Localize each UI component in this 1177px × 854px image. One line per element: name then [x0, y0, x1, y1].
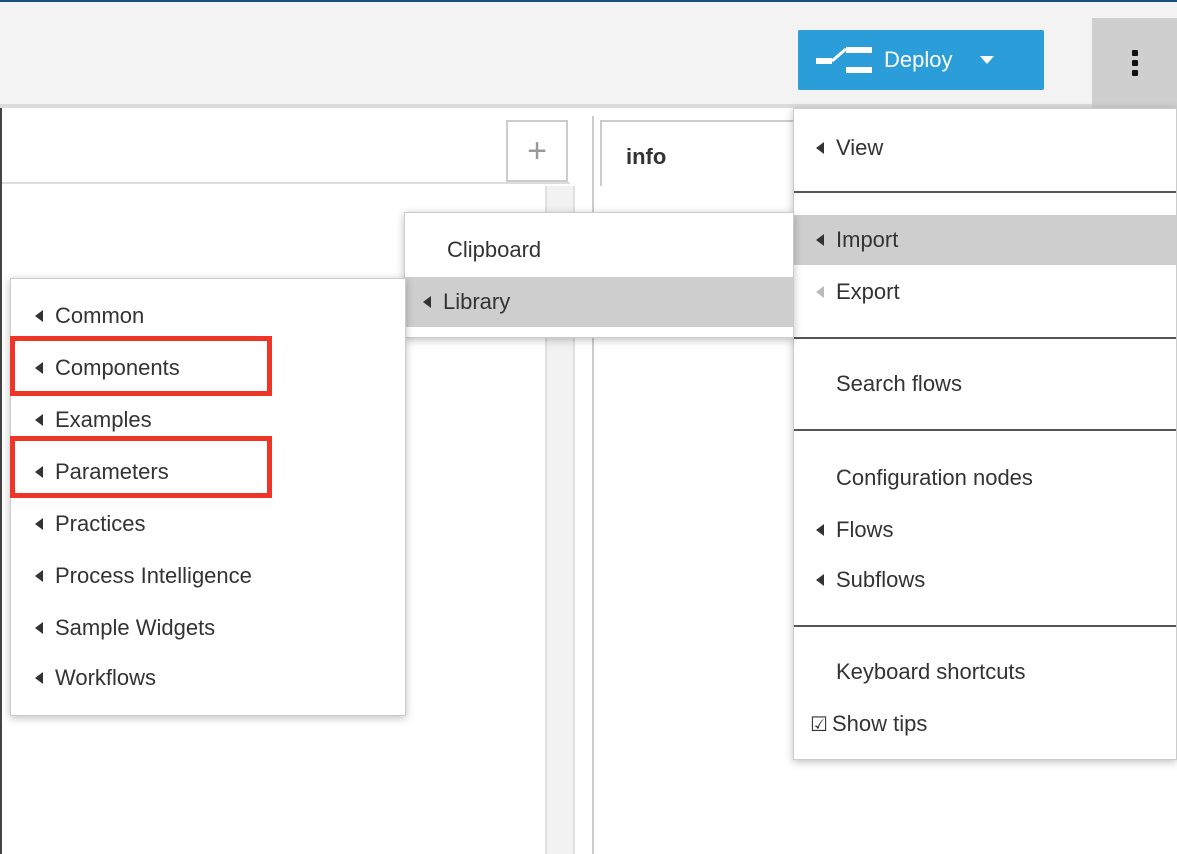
menu-item-label: Examples	[55, 407, 152, 432]
workspace-tab-bar	[2, 116, 570, 184]
menu-item-label: Show tips	[831, 711, 928, 736]
menu-separator	[794, 337, 1176, 339]
annotation-box-components	[10, 336, 272, 396]
caret-left-icon	[35, 518, 43, 530]
menu-item-export[interactable]: Export	[794, 267, 1176, 317]
menu-item-label: Subflows	[836, 567, 926, 592]
kebab-menu-icon	[1131, 50, 1138, 76]
menu-item-library[interactable]: Library	[405, 277, 793, 327]
deploy-icon	[812, 45, 882, 75]
menu-item-label: Process Intelligence	[55, 563, 252, 588]
menu-item-view[interactable]: View	[794, 123, 1176, 173]
menu-item-label: Flows	[836, 517, 894, 542]
menu-item-label: Library	[443, 289, 511, 314]
menu-item-label: Search flows	[836, 371, 962, 396]
checkbox-checked-icon[interactable]: ☑	[810, 712, 828, 736]
deploy-button[interactable]: Deploy	[798, 30, 1044, 90]
caret-left-icon	[816, 234, 824, 246]
caret-left-icon	[816, 286, 824, 298]
menu-item-process-intelligence[interactable]: Process Intelligence	[11, 551, 405, 601]
import-submenu: Clipboard Library	[404, 212, 794, 338]
caret-left-icon	[35, 414, 43, 426]
menu-item-workflows[interactable]: Workflows	[11, 653, 405, 703]
tab-info[interactable]: info	[600, 120, 800, 186]
main-dropdown-menu: View Import Export Search flows Configur…	[793, 108, 1177, 760]
caret-left-icon	[423, 296, 431, 308]
menu-item-label: View	[836, 135, 884, 160]
menu-item-label: Clipboard	[447, 237, 542, 262]
menu-item-import[interactable]: Import	[794, 215, 1176, 265]
menu-item-show-tips[interactable]: ☑ Show tips	[794, 699, 1176, 749]
menu-item-keyboard-shortcuts[interactable]: Keyboard shortcuts	[794, 647, 1176, 697]
caret-left-icon	[35, 622, 43, 634]
caret-left-icon	[816, 142, 824, 154]
annotation-box-parameters	[10, 436, 272, 498]
menu-item-clipboard[interactable]: Clipboard	[405, 225, 793, 275]
caret-left-icon	[816, 524, 824, 536]
caret-left-icon	[35, 672, 43, 684]
menu-item-label: Practices	[55, 511, 146, 536]
menu-item-subflows[interactable]: Subflows	[794, 555, 1176, 605]
menu-separator	[794, 429, 1176, 431]
menu-item-sample-widgets[interactable]: Sample Widgets	[11, 603, 405, 653]
caret-down-icon[interactable]	[980, 56, 995, 64]
menu-item-flows[interactable]: Flows	[794, 505, 1176, 555]
menu-item-common[interactable]: Common	[11, 291, 405, 341]
menu-item-configuration-nodes[interactable]: Configuration nodes	[794, 453, 1176, 503]
menu-separator	[794, 191, 1176, 193]
deploy-label: Deploy	[884, 47, 953, 72]
plus-icon: +	[527, 131, 547, 170]
menu-item-label: Export	[836, 279, 900, 304]
caret-left-icon	[816, 574, 824, 586]
menu-item-label: Keyboard shortcuts	[836, 659, 1026, 684]
menu-item-label: Common	[55, 303, 145, 328]
main-menu-button[interactable]	[1092, 18, 1177, 108]
menu-item-search-flows[interactable]: Search flows	[794, 359, 1176, 409]
menu-separator	[794, 625, 1176, 627]
menu-item-label: Import	[836, 227, 899, 252]
add-tab-button[interactable]: +	[506, 120, 568, 182]
caret-left-icon	[35, 570, 43, 582]
menu-item-practices[interactable]: Practices	[11, 499, 405, 549]
caret-left-icon	[35, 310, 43, 322]
menu-item-label: Workflows	[55, 665, 157, 690]
menu-item-label: Configuration nodes	[836, 465, 1033, 490]
menu-item-label: Sample Widgets	[55, 615, 216, 640]
